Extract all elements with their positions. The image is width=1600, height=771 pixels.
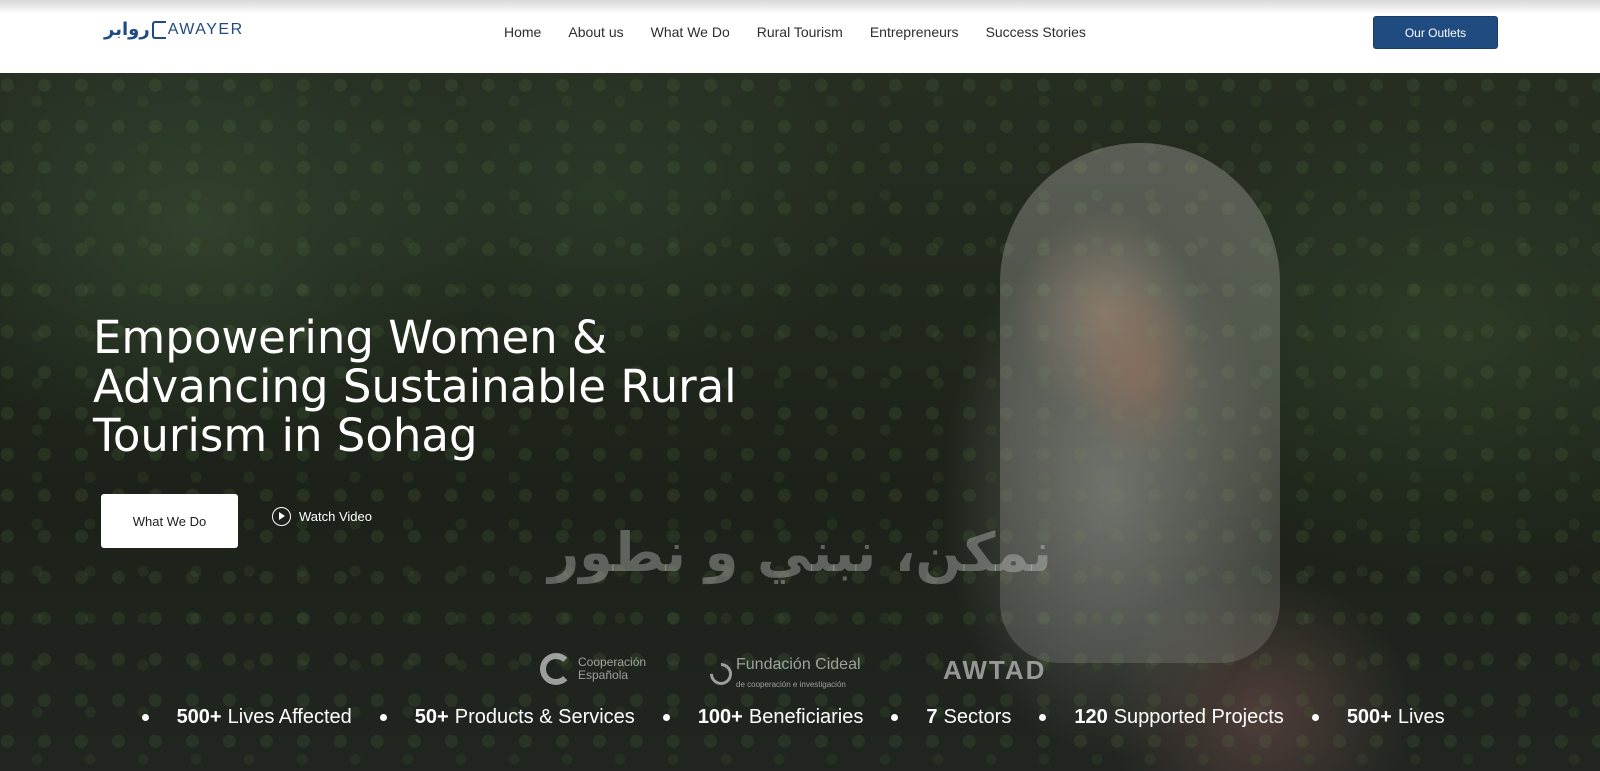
stat-item: 500+ Lives Affected	[176, 706, 352, 728]
hero-section: Empowering Women & Advancing Sustainable…	[0, 73, 1600, 771]
partner-fundacion-cideal: Fundación Cideal de cooperación e invest…	[705, 656, 861, 692]
hero-title: Empowering Women & Advancing Sustainable…	[93, 313, 793, 460]
coop-line-2: Española	[578, 668, 629, 682]
partner-logos: Cooperación Española Fundación Cideal de…	[540, 653, 1060, 693]
bullet-separator	[1311, 714, 1319, 721]
stat-item: 100+ Beneficiaries	[697, 706, 864, 728]
coop-line-1: Cooperación	[578, 655, 647, 669]
hero-title-line-3: Tourism in Sohag	[93, 409, 478, 462]
bullet-separator	[141, 714, 149, 721]
stats-ticker-track: cts 500+ Lives Affected 50+ Products & S…	[120, 706, 1445, 729]
our-outlets-button[interactable]: Our Outlets	[1373, 16, 1498, 49]
logo-bracket-mark	[151, 20, 166, 39]
nav-entrepreneurs[interactable]: Entrepreneurs	[870, 24, 959, 40]
stat-item: 120 Supported Projects	[1074, 706, 1284, 728]
nav-rural-tourism[interactable]: Rural Tourism	[757, 24, 843, 40]
partner-cooperacion-espanola: Cooperación Española	[540, 653, 646, 685]
cideal-subtitle: de cooperación e investigación	[736, 680, 846, 689]
nav-what-we-do[interactable]: What We Do	[651, 24, 730, 40]
watch-video-label: Watch Video	[299, 509, 372, 524]
stats-ticker: cts 500+ Lives Affected 50+ Products & S…	[120, 706, 1485, 736]
partner-awtad: AWTAD	[943, 655, 1047, 685]
bullet-separator	[379, 714, 387, 721]
hero-portrait-image	[1000, 143, 1280, 663]
nav-about-us[interactable]: About us	[568, 24, 623, 40]
hero-title-line-1: Empowering Women &	[93, 311, 608, 364]
bullet-separator	[662, 714, 670, 721]
bullet-separator	[1039, 714, 1047, 721]
cideal-logo-icon	[705, 658, 737, 690]
logo-english-text: AWAYER	[167, 20, 244, 38]
stat-item: 7 Sectors	[926, 706, 1012, 728]
cideal-name: Fundación Cideal	[736, 656, 861, 673]
top-navbar: روابر AWAYER Home About us What We Do Ru…	[0, 0, 1600, 73]
what-we-do-button[interactable]: What We Do	[101, 494, 238, 548]
watch-video-link[interactable]: Watch Video	[272, 507, 372, 526]
awayer-logo[interactable]: روابر AWAYER	[104, 19, 244, 40]
logo-arabic-text: روابر	[104, 19, 150, 40]
stat-item: 50+ Products & Services	[414, 706, 635, 728]
main-nav: Home About us What We Do Rural Tourism E…	[504, 24, 1086, 40]
stat-item: 500+ Lives	[1346, 706, 1445, 728]
hero-title-line-2: Advancing Sustainable Rural	[93, 360, 737, 413]
nav-home[interactable]: Home	[504, 24, 541, 40]
cooperacion-logo-icon	[540, 653, 572, 685]
nav-success-stories[interactable]: Success Stories	[986, 24, 1086, 40]
bullet-separator	[891, 714, 899, 721]
arabic-tagline: نمكن، نبني و نطور	[548, 521, 1052, 584]
play-circle-icon	[272, 507, 291, 526]
